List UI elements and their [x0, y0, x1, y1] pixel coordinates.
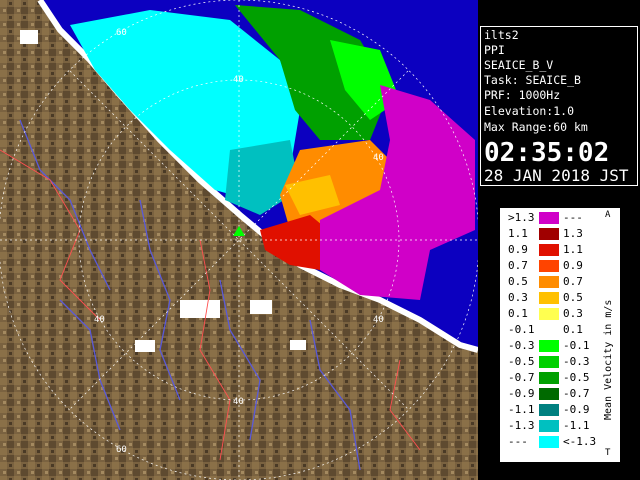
clutter [135, 340, 155, 352]
velocity-legend: >1.3 --- 1.1 1.3 0.9 1.1 0.7 0.9 0.5 0.7 0.3 0.5 0.1… [500, 208, 620, 462]
scan-date: 28 JAN 2018 JST [484, 166, 629, 185]
legend-row-upper: 0.3 [563, 307, 583, 320]
clutter [180, 300, 220, 318]
legend-swatch [539, 228, 559, 240]
legend-row-upper: 1.1 [563, 243, 583, 256]
legend-swatch [539, 308, 559, 320]
legend-row-upper: -0.3 [563, 355, 590, 368]
legend-row-upper: -1.1 [563, 419, 590, 432]
legend-row-lower: -0.7 [508, 371, 535, 384]
legend-top-mark: A [605, 210, 611, 220]
legend-row-lower: --- [508, 435, 528, 448]
legend-row-upper: -0.1 [563, 339, 590, 352]
legend-swatch [539, 436, 559, 448]
legend-swatch [539, 372, 559, 384]
legend-row-upper: -0.7 [563, 387, 590, 400]
range-label: 40 [94, 315, 105, 325]
legend-row-lower: -0.1 [508, 323, 535, 336]
legend-row-lower: 0.1 [508, 307, 528, 320]
scan-info-panel: ilts2 PPI SEAICE_B_V Task: SEAICE_B PRF:… [480, 26, 638, 186]
legend-swatch [539, 324, 559, 336]
legend-swatch [539, 356, 559, 368]
legend-row-lower: >1.3 [508, 211, 535, 224]
radar-ppi-display[interactable]: 60 40 40 40 40 40 60 [0, 0, 478, 480]
legend-row-upper: <-1.3 [563, 435, 597, 448]
clutter [290, 340, 306, 350]
legend-row-lower: 0.7 [508, 259, 528, 272]
legend-swatch [539, 212, 559, 224]
legend-row-lower: -0.5 [508, 355, 535, 368]
clutter [250, 300, 272, 314]
legend-row-lower: -0.9 [508, 387, 535, 400]
range-label: 40 [233, 75, 244, 85]
legend-row-upper: -0.5 [563, 371, 590, 384]
legend-swatch [539, 292, 559, 304]
task-name: Task: SEAICE_B [484, 73, 581, 87]
legend-swatch [539, 260, 559, 272]
legend-swatch [539, 340, 559, 352]
clutter [20, 30, 38, 44]
legend-row-upper: 0.7 [563, 275, 583, 288]
legend-row-lower: -1.1 [508, 403, 535, 416]
max-range-value: Max Range:60 km [484, 120, 588, 134]
scan-time: 02:35:02 [484, 138, 610, 168]
range-label: 60 [116, 445, 127, 455]
legend-row-upper: -0.9 [563, 403, 590, 416]
legend-row-upper: 0.9 [563, 259, 583, 272]
legend-row-lower: -1.3 [508, 419, 535, 432]
legend-swatch [539, 276, 559, 288]
legend-title-text: Mean Velocity in m/s [603, 300, 614, 420]
range-label: 40 [373, 315, 384, 325]
legend-row-lower: 0.3 [508, 291, 528, 304]
range-label: 40 [373, 153, 384, 163]
legend-row-lower: 0.9 [508, 243, 528, 256]
prf-value: PRF: 1000Hz [484, 88, 561, 102]
legend-title: Mean Velocity in m/s [603, 300, 614, 420]
product-name: PPI [484, 43, 505, 57]
range-label: 60 [116, 28, 127, 38]
legend-row-lower: 0.5 [508, 275, 528, 288]
legend-bottom-mark: T [605, 448, 611, 458]
range-label: 40 [233, 397, 244, 407]
legend-row-lower: -0.3 [508, 339, 535, 352]
legend-row-upper: --- [563, 211, 583, 224]
legend-swatch [539, 244, 559, 256]
legend-swatch [539, 420, 559, 432]
site-name: ilts2 [484, 28, 519, 42]
legend-row-upper: 0.1 [563, 323, 583, 336]
legend-row-lower: 1.1 [508, 227, 528, 240]
legend-swatch [539, 388, 559, 400]
legend-swatch [539, 404, 559, 416]
elevation-value: Elevation:1.0 [484, 104, 575, 118]
legend-row-upper: 0.5 [563, 291, 583, 304]
legend-row-upper: 1.3 [563, 227, 583, 240]
scan-name: SEAICE_B_V [484, 58, 554, 72]
